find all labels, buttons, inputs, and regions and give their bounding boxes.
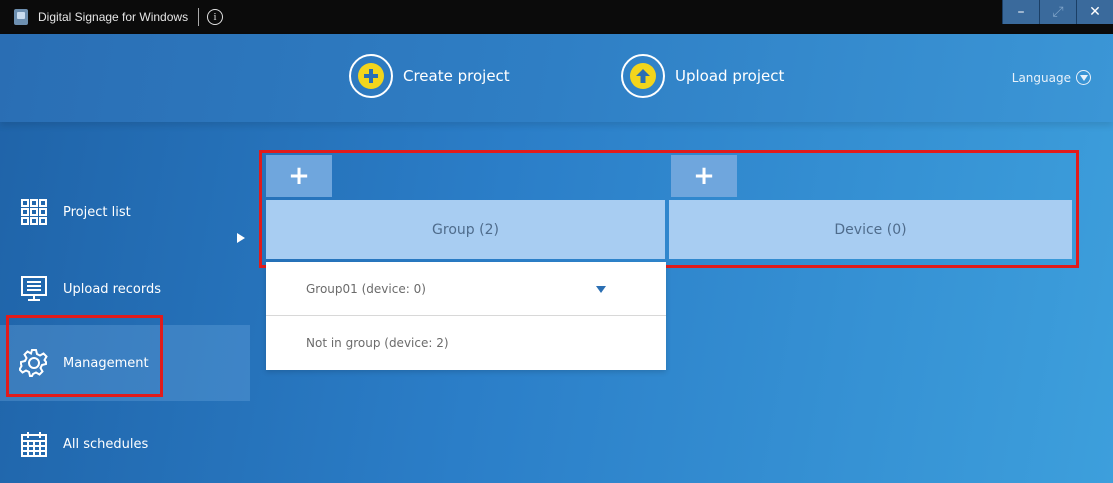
app-icon: [14, 9, 28, 25]
group-label: Not in group (device: 2): [306, 335, 449, 350]
title-separator: [198, 8, 200, 26]
sidebar-item-label: Management: [63, 355, 149, 371]
plus-icon: [358, 63, 384, 89]
sidebar-item-upload-records[interactable]: Upload records: [0, 251, 230, 327]
upload-arrow-icon: [630, 63, 656, 89]
sidebar-item-label: Upload records: [63, 281, 161, 297]
info-icon[interactable]: i: [207, 9, 224, 25]
tab-device[interactable]: Device (0): [669, 200, 1072, 259]
tab-device-label: Device (0): [834, 221, 907, 238]
chevron-down-icon[interactable]: [596, 286, 606, 293]
upload-circle: [621, 54, 665, 98]
tab-group-label: Group (2): [432, 221, 499, 238]
monitor-list-icon: [19, 274, 49, 304]
group-list: Group01 (device: 0) Not in group (device…: [266, 262, 666, 370]
sidebar-item-project-list[interactable]: Project list: [0, 174, 230, 250]
tab-group[interactable]: Group (2): [266, 200, 665, 259]
language-label: Language: [1011, 70, 1071, 85]
title-bar: Digital Signage for Windows i – ⤢ ✕: [0, 0, 1113, 34]
add-device-button[interactable]: +: [671, 155, 737, 197]
calendar-icon: [19, 429, 49, 459]
sidebar: Project list Upload records Management A…: [0, 122, 265, 483]
gear-icon: [19, 348, 49, 378]
window-title: Digital Signage for Windows: [38, 10, 189, 24]
active-indicator-arrow: [237, 233, 245, 243]
list-item-group01[interactable]: Group01 (device: 0): [266, 262, 666, 315]
plus-icon: +: [693, 161, 715, 191]
create-circle: [349, 54, 393, 98]
plus-icon: +: [288, 161, 310, 191]
upload-project-button[interactable]: Upload project: [621, 54, 784, 98]
add-group-button[interactable]: +: [266, 155, 332, 197]
window-controls: – ⤢ ✕: [1002, 0, 1113, 28]
language-selector[interactable]: Language: [1012, 70, 1091, 85]
create-project-label: Create project: [403, 67, 510, 85]
sidebar-item-label: Project list: [63, 204, 131, 220]
sidebar-item-label: All schedules: [63, 436, 149, 452]
sidebar-item-management[interactable]: Management: [0, 325, 250, 401]
sidebar-item-all-schedules[interactable]: All schedules: [0, 406, 230, 482]
list-item-not-in-group[interactable]: Not in group (device: 2): [266, 315, 666, 369]
group-label: Group01 (device: 0): [306, 281, 426, 296]
close-button[interactable]: ✕: [1076, 0, 1113, 24]
maximize-button[interactable]: ⤢: [1039, 0, 1076, 24]
top-toolbar: Create project Upload project Language: [0, 34, 1113, 122]
create-project-button[interactable]: Create project: [349, 54, 510, 98]
chevron-down-icon: [1076, 70, 1091, 85]
upload-project-label: Upload project: [675, 67, 785, 85]
minimize-button[interactable]: –: [1002, 0, 1039, 24]
grid-icon: [19, 197, 49, 227]
